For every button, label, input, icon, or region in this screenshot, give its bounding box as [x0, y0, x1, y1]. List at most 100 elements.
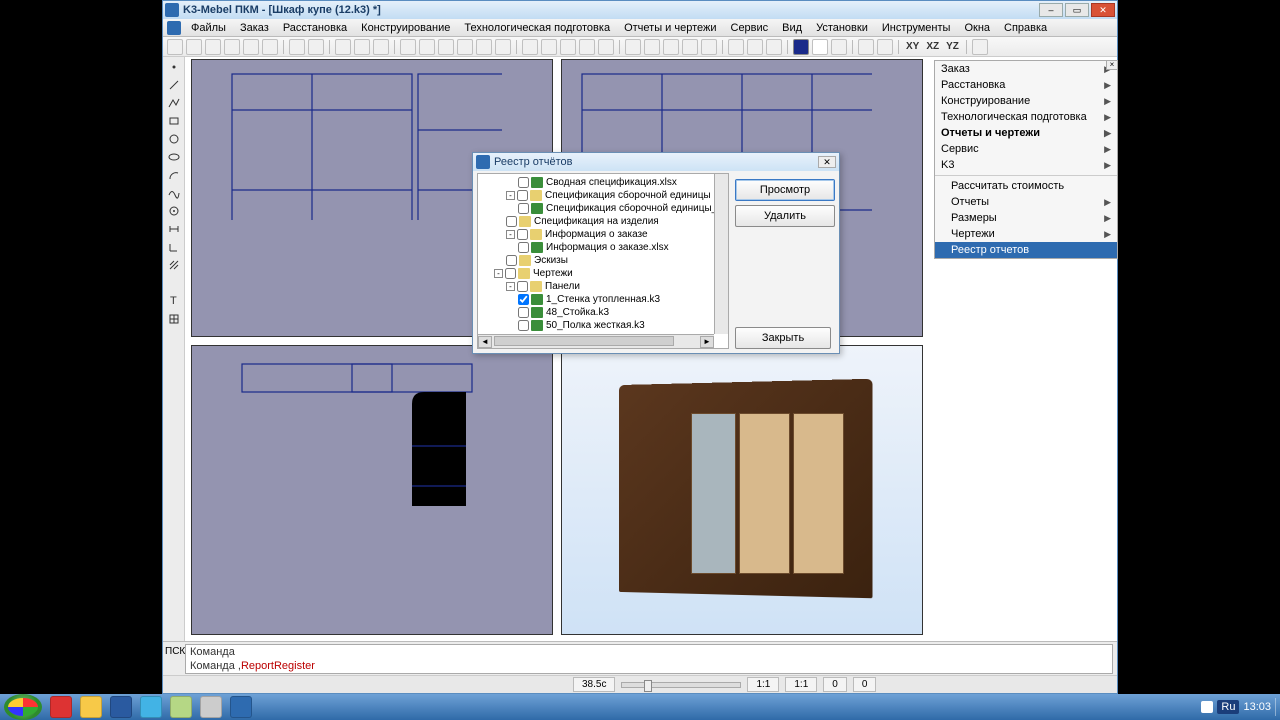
menu-service[interactable]: Сервис	[725, 21, 775, 35]
right-panel-close[interactable]: ×	[1106, 60, 1118, 70]
tree-check-9[interactable]	[518, 294, 529, 305]
menu-settings[interactable]: Установки	[810, 21, 874, 35]
hscroll-left[interactable]: ◄	[478, 336, 492, 348]
tree-check-0[interactable]	[518, 177, 529, 188]
polyline-tool[interactable]	[166, 95, 182, 111]
panel-item-4[interactable]: Отчеты и чертежи▶	[935, 125, 1117, 141]
tool-b[interactable]	[541, 39, 557, 55]
table-tool[interactable]	[166, 311, 182, 327]
menu-files[interactable]: Файлы	[185, 21, 232, 35]
menu-view[interactable]: Вид	[776, 21, 808, 35]
panel-sub-item-0[interactable]: Рассчитать стоимость	[935, 178, 1117, 194]
tree-check-8[interactable]	[517, 281, 528, 292]
panel-sub-item-3[interactable]: Чертежи▶	[935, 226, 1117, 242]
tool-g[interactable]	[644, 39, 660, 55]
tool-f[interactable]	[625, 39, 641, 55]
tool-h[interactable]	[663, 39, 679, 55]
close-dialog-button[interactable]: Закрыть	[735, 327, 831, 349]
arc-tool[interactable]	[166, 167, 182, 183]
lineweight-dropdown[interactable]	[877, 39, 893, 55]
dim-angle-tool[interactable]	[166, 239, 182, 255]
tool-d[interactable]	[579, 39, 595, 55]
point-tool[interactable]	[166, 59, 182, 75]
panel-item-0[interactable]: Заказ▶	[935, 61, 1117, 77]
minimize-button[interactable]: –	[1039, 3, 1063, 17]
command-area[interactable]: Команда Команда ,ReportRegister	[185, 644, 1113, 674]
tool-extents[interactable]	[972, 39, 988, 55]
hatch-tool[interactable]	[166, 257, 182, 273]
color-white[interactable]	[812, 39, 828, 55]
dialog-close-button[interactable]: ✕	[818, 156, 836, 168]
taskbar-app-5[interactable]	[170, 696, 192, 718]
status-slider[interactable]	[621, 682, 741, 688]
panel-sub-item-1[interactable]: Отчеты▶	[935, 194, 1117, 210]
report-tree[interactable]: Сводная спецификация.xlsx-Спецификация с…	[477, 173, 729, 349]
tool-copy[interactable]	[243, 39, 259, 55]
tree-row-6[interactable]: Эскизы	[482, 254, 726, 267]
text-tool[interactable]: T	[166, 293, 182, 309]
tool-view3[interactable]	[457, 39, 473, 55]
tree-check-2[interactable]	[518, 203, 529, 214]
panel-item-5[interactable]: Сервис▶	[935, 141, 1117, 157]
panel-item-2[interactable]: Конструирование▶	[935, 93, 1117, 109]
panel-sub-item-2[interactable]: Размеры▶	[935, 210, 1117, 226]
tool-j[interactable]	[701, 39, 717, 55]
tool-i[interactable]	[682, 39, 698, 55]
tool-k[interactable]	[728, 39, 744, 55]
tool-open[interactable]	[186, 39, 202, 55]
tree-row-3[interactable]: Спецификация на изделия	[482, 215, 726, 228]
axis-yz[interactable]: YZ	[944, 41, 961, 52]
tool-m[interactable]	[766, 39, 782, 55]
offset-tool[interactable]	[166, 203, 182, 219]
tool-a[interactable]	[522, 39, 538, 55]
line-tool[interactable]	[166, 77, 182, 93]
view-button[interactable]: Просмотр	[735, 179, 835, 201]
tool-e[interactable]	[598, 39, 614, 55]
taskbar-app-4[interactable]	[140, 696, 162, 718]
menu-tech[interactable]: Технологическая подготовка	[458, 21, 616, 35]
axis-xy[interactable]: XY	[904, 41, 921, 52]
tree-row-11[interactable]: 50_Полка жесткая.k3	[482, 319, 726, 332]
circle-tool[interactable]	[166, 131, 182, 147]
tool-save[interactable]	[205, 39, 221, 55]
tree-row-10[interactable]: 48_Стойка.k3	[482, 306, 726, 319]
tree-check-6[interactable]	[506, 255, 517, 266]
menu-reports[interactable]: Отчеты и чертежи	[618, 21, 722, 35]
taskbar-app-7[interactable]	[230, 696, 252, 718]
panel-item-1[interactable]: Расстановка▶	[935, 77, 1117, 93]
color-swatch[interactable]	[793, 39, 809, 55]
tool-paste[interactable]	[262, 39, 278, 55]
measure-tool[interactable]	[166, 275, 182, 291]
tree-check-4[interactable]	[517, 229, 528, 240]
menu-windows[interactable]: Окна	[958, 21, 996, 35]
panel-item-6[interactable]: K3▶	[935, 157, 1117, 173]
tree-row-7[interactable]: -Чертежи	[482, 267, 726, 280]
maximize-button[interactable]: ▭	[1065, 3, 1089, 17]
tool-c[interactable]	[560, 39, 576, 55]
tree-row-4[interactable]: -Информация о заказе	[482, 228, 726, 241]
viewport-bottom-left[interactable]	[191, 345, 553, 635]
spline-tool[interactable]	[166, 185, 182, 201]
menu-arrangement[interactable]: Расстановка	[277, 21, 353, 35]
language-indicator[interactable]: Ru	[1217, 700, 1239, 714]
taskbar-app-1[interactable]	[50, 696, 72, 718]
tree-row-8[interactable]: -Панели	[482, 280, 726, 293]
tree-check-3[interactable]	[506, 216, 517, 227]
tree-row-2[interactable]: Спецификация сборочной единицы_	[482, 202, 726, 215]
tree-row-5[interactable]: Информация о заказе.xlsx	[482, 241, 726, 254]
close-button[interactable]: ✕	[1091, 3, 1115, 17]
tree-check-5[interactable]	[518, 242, 529, 253]
tool-view1[interactable]	[419, 39, 435, 55]
start-button[interactable]	[4, 694, 42, 720]
menu-order[interactable]: Заказ	[234, 21, 275, 35]
tool-undo[interactable]	[335, 39, 351, 55]
menu-construction[interactable]: Конструирование	[355, 21, 456, 35]
tree-vscroll[interactable]	[714, 174, 728, 334]
menu-help[interactable]: Справка	[998, 21, 1053, 35]
ellipse-tool[interactable]	[166, 149, 182, 165]
tool-grid[interactable]	[400, 39, 416, 55]
hscroll-right[interactable]: ►	[700, 336, 714, 348]
tool-redo[interactable]	[354, 39, 370, 55]
tree-check-10[interactable]	[518, 307, 529, 318]
tool-view2[interactable]	[438, 39, 454, 55]
